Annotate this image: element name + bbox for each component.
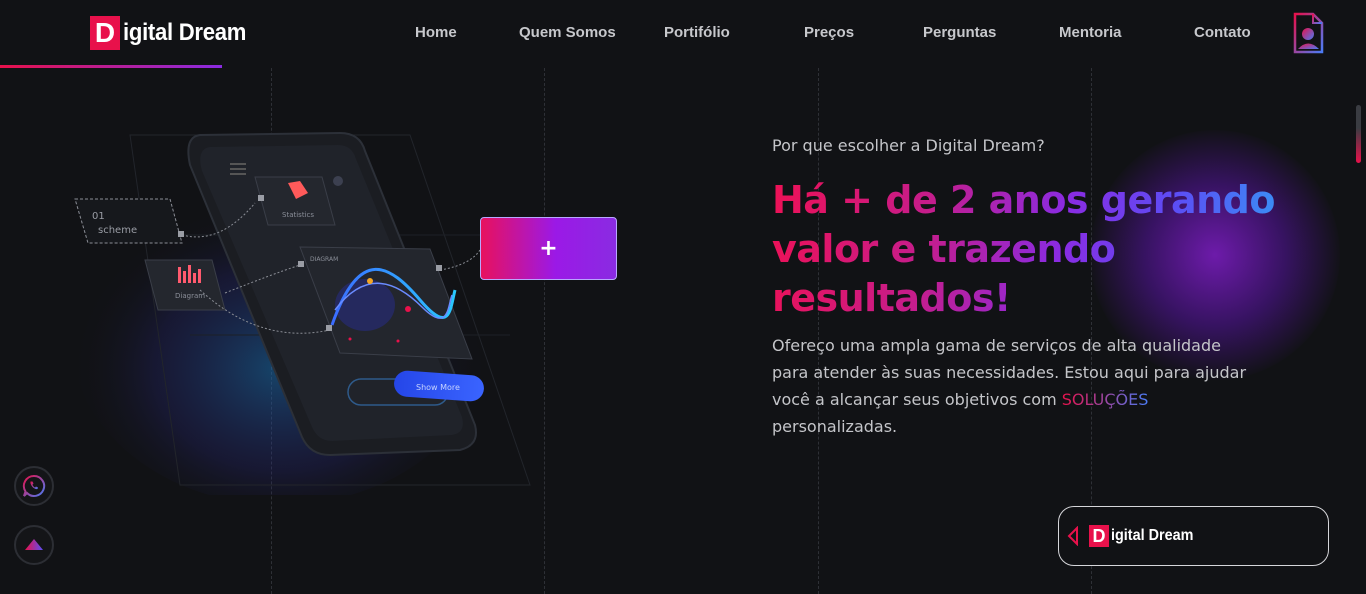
statistics-label: Statistics xyxy=(282,211,314,219)
brand-card[interactable]: D igital Dream xyxy=(1058,506,1329,566)
nav-mentoria[interactable]: Mentoria xyxy=(1059,24,1122,41)
nav-contato[interactable]: Contato xyxy=(1194,24,1251,41)
profile-document-icon[interactable] xyxy=(1292,12,1324,54)
hero-illustration: 01 scheme Statistics Diagram DIAGRAM Sho… xyxy=(60,95,580,505)
hero-eyebrow: Por que escolher a Digital Dream? xyxy=(772,136,1045,155)
hero-paragraph: Ofereço uma ampla gama de serviços de al… xyxy=(772,332,1262,440)
brand-card-letter: D xyxy=(1089,525,1109,547)
active-underline xyxy=(0,65,222,68)
logo[interactable]: D igital Dream xyxy=(90,14,257,52)
nav-home[interactable]: Home xyxy=(415,24,457,41)
statistics-card: Statistics xyxy=(254,176,336,226)
hero-headline: Há + de 2 anos gerando valor e trazendo … xyxy=(772,176,1292,323)
hero-highlight: SOLUÇÕES xyxy=(1061,390,1149,409)
nav-quem-somos[interactable]: Quem Somos xyxy=(519,24,616,41)
diagram-small-card: Diagram xyxy=(144,259,226,311)
hero-paragraph-text: Ofereço uma ampla gama de serviços de al… xyxy=(772,336,1247,409)
logo-letter: D xyxy=(90,16,120,50)
nav-portifolio[interactable]: Portifólio xyxy=(664,24,730,41)
hero-paragraph-end: personalizadas. xyxy=(772,417,898,436)
whatsapp-icon xyxy=(22,474,46,497)
diagram-small-label: Diagram xyxy=(175,292,205,300)
scheme-label: scheme xyxy=(98,225,137,236)
scheme-label-number: 01 xyxy=(92,211,105,222)
arrow-up-icon xyxy=(25,539,43,550)
page-scrollbar[interactable] xyxy=(1356,105,1361,163)
whatsapp-button[interactable] xyxy=(14,466,54,506)
scheme-card: 01 scheme xyxy=(74,198,183,244)
brand-card-text: igital Dream xyxy=(1111,527,1194,544)
diagram-card-label: DIAGRAM xyxy=(310,256,338,263)
nav-precos[interactable]: Preços xyxy=(804,24,854,41)
chevron-left-icon[interactable] xyxy=(1067,526,1079,546)
show-more-label: Show More xyxy=(416,383,460,392)
nav-perguntas[interactable]: Perguntas xyxy=(923,24,996,41)
scroll-top-button[interactable] xyxy=(14,525,54,565)
add-button[interactable]: + xyxy=(480,217,617,280)
logo-text: igital Dream xyxy=(123,19,247,46)
